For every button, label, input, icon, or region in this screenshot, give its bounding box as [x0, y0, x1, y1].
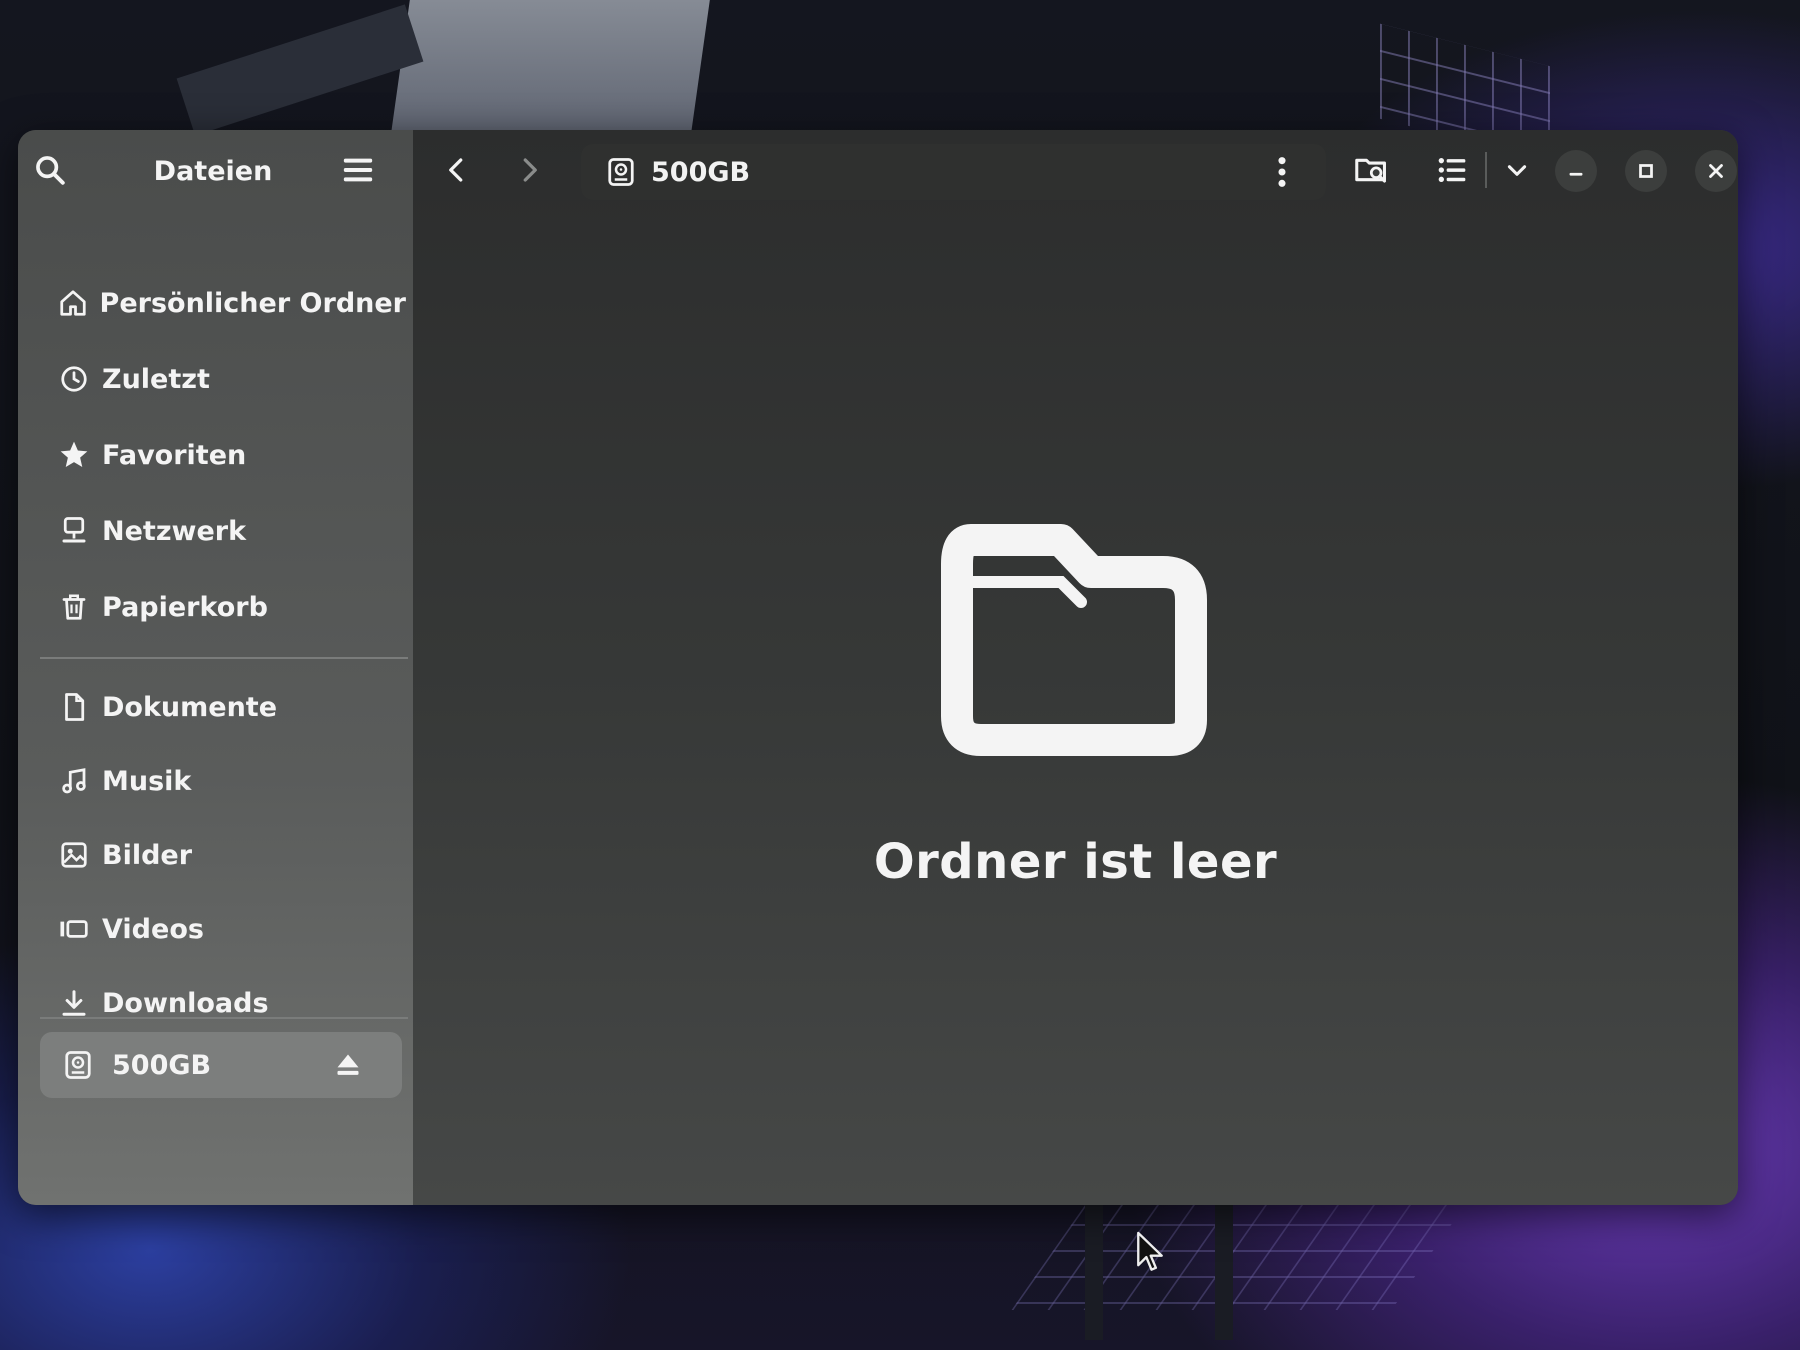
list-view-icon: [1436, 154, 1468, 186]
maximize-button[interactable]: [1625, 150, 1667, 192]
sidebar-item-downloads[interactable]: Downloads: [36, 972, 406, 1034]
sidebar-item-label: Musik: [102, 765, 192, 797]
sidebar-item-label: Persönlicher Ordner: [99, 287, 406, 319]
empty-folder-message: Ordner ist leer: [873, 834, 1278, 890]
sidebar-item-label: Zuletzt: [102, 363, 210, 395]
background-beam: [176, 4, 424, 136]
close-button[interactable]: [1695, 150, 1737, 192]
list-view-button[interactable]: [1428, 146, 1476, 194]
background-shelf: [1011, 1200, 1469, 1310]
sidebar-item-label: 500GB: [112, 1049, 212, 1081]
view-options-dropdown[interactable]: [1493, 146, 1541, 194]
sidebar-item-recent[interactable]: Zuletzt: [36, 348, 406, 410]
sidebar-item-drive-500gb[interactable]: 500GB: [40, 1032, 402, 1098]
sidebar-header: Dateien: [18, 130, 413, 210]
hamburger-menu-icon[interactable]: [334, 146, 382, 194]
maximize-icon: [1635, 160, 1657, 182]
chevron-left-icon: [442, 155, 472, 185]
sidebar-item-label: Papierkorb: [102, 591, 268, 623]
forward-button[interactable]: [505, 146, 553, 194]
background-window-light: [390, 0, 710, 140]
chevron-down-icon: [1504, 157, 1530, 183]
sidebar-item-pictures[interactable]: Bilder: [36, 824, 406, 886]
home-icon: [54, 283, 92, 323]
trash-icon: [54, 587, 94, 627]
folder-search-icon: [1354, 153, 1390, 187]
eject-icon[interactable]: [328, 1045, 368, 1085]
header-bar: 500GB: [413, 130, 1738, 210]
clock-icon: [54, 359, 94, 399]
sidebar-item-music[interactable]: Musik: [36, 750, 406, 812]
empty-folder-placeholder: Ordner ist leer: [413, 520, 1738, 890]
star-icon: [54, 435, 94, 475]
video-icon: [54, 909, 94, 949]
background-leg: [1085, 1200, 1103, 1340]
folder-icon: [940, 520, 1211, 760]
sidebar-item-starred[interactable]: Favoriten: [36, 424, 406, 486]
sidebar-item-home[interactable]: Persönlicher Ordner: [36, 272, 406, 334]
sidebar-separator: [40, 657, 408, 659]
file-manager-window: Dateien Persönlicher Ordner Zuletzt Favo…: [18, 130, 1738, 1205]
network-icon: [54, 511, 94, 551]
location-bar[interactable]: 500GB: [581, 144, 1326, 200]
sidebar-item-network[interactable]: Netzwerk: [36, 500, 406, 562]
search-icon[interactable]: [26, 146, 74, 194]
sidebar-item-documents[interactable]: Dokumente: [36, 676, 406, 738]
sidebar: Dateien Persönlicher Ordner Zuletzt Favo…: [18, 130, 413, 1205]
minimize-button[interactable]: [1555, 150, 1597, 192]
background-leg: [1215, 1200, 1233, 1340]
sidebar-item-trash[interactable]: Papierkorb: [36, 576, 406, 638]
app-title: Dateien: [153, 156, 273, 187]
mouse-cursor: [1135, 1230, 1165, 1274]
sidebar-item-label: Downloads: [102, 987, 269, 1019]
sidebar-item-label: Favoriten: [102, 439, 247, 471]
document-icon: [54, 687, 94, 727]
image-icon: [54, 835, 94, 875]
music-icon: [54, 761, 94, 801]
drive-icon: [58, 1045, 98, 1085]
sidebar-item-label: Videos: [102, 913, 204, 945]
location-label: 500GB: [651, 156, 751, 188]
sidebar-separator: [40, 1017, 408, 1019]
chevron-right-icon: [514, 155, 544, 185]
sidebar-item-label: Netzwerk: [102, 515, 247, 547]
back-button[interactable]: [433, 146, 481, 194]
sidebar-item-label: Dokumente: [102, 691, 278, 723]
toolbar-divider: [1485, 152, 1487, 188]
sidebar-item-label: Bilder: [102, 839, 193, 871]
main-content: 500GB Ordner ist leer: [413, 130, 1738, 1205]
more-options-icon[interactable]: [1262, 152, 1302, 192]
drive-icon: [601, 152, 641, 192]
search-in-folder-button[interactable]: [1348, 146, 1396, 194]
sidebar-item-videos[interactable]: Videos: [36, 898, 406, 960]
minimize-icon: [1565, 160, 1587, 182]
close-icon: [1705, 160, 1727, 182]
